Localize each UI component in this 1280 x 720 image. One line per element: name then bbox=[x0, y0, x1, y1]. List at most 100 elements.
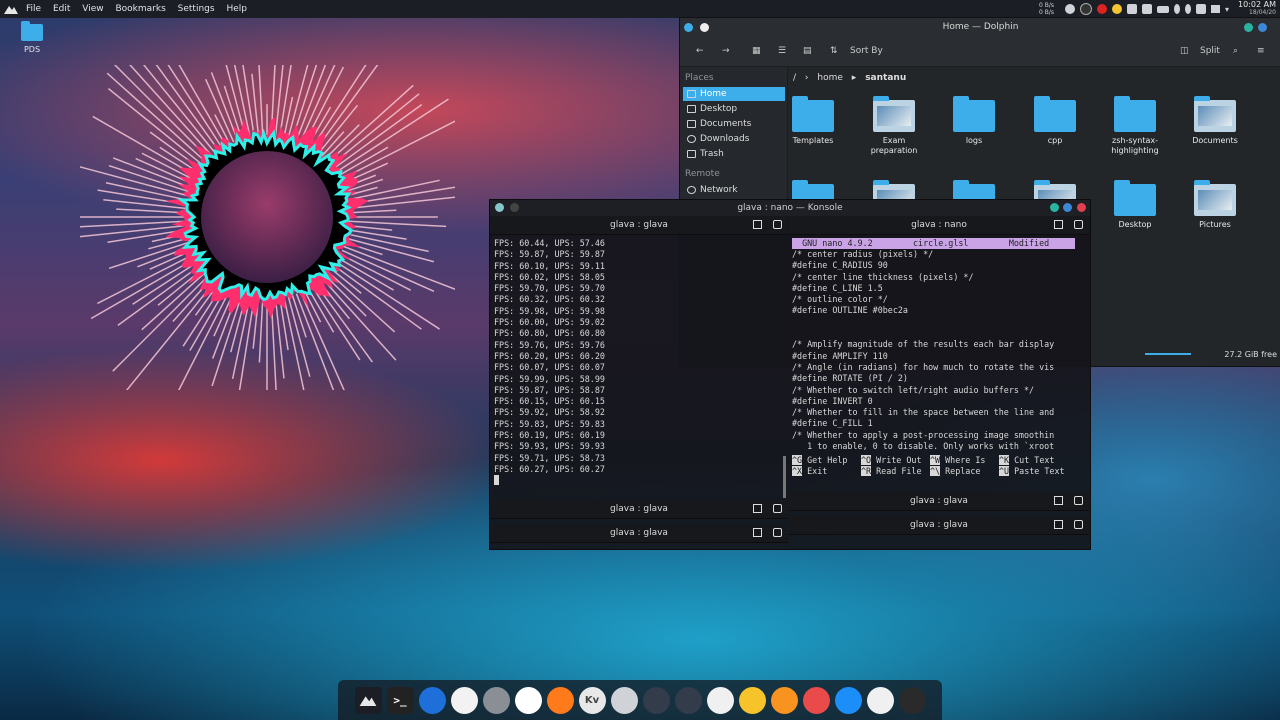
menu-bookmarks[interactable]: Bookmarks bbox=[115, 4, 165, 14]
menu-help[interactable]: Help bbox=[226, 4, 247, 14]
nano-shortcut: ^U Paste Text bbox=[999, 466, 1068, 477]
kvantum-icon[interactable]: Kv bbox=[578, 686, 606, 714]
forward-arrow-icon[interactable]: → bbox=[722, 46, 730, 56]
back-arrow-icon[interactable]: ← bbox=[696, 46, 704, 56]
record-icon[interactable] bbox=[1097, 4, 1107, 14]
maximize-pane-icon[interactable] bbox=[1054, 520, 1063, 529]
icons-view-icon[interactable]: ▦ bbox=[752, 46, 761, 56]
tray-expand-icon[interactable]: ▾ bbox=[1225, 5, 1229, 14]
file-item[interactable]: Templates bbox=[778, 96, 848, 146]
minimize-button[interactable] bbox=[1244, 23, 1253, 32]
terminal-icon[interactable]: >_ bbox=[386, 686, 414, 714]
notifications-icon[interactable] bbox=[1065, 4, 1075, 14]
close-pane-icon[interactable] bbox=[773, 528, 782, 537]
file-item[interactable]: Documents bbox=[1180, 96, 1250, 146]
menu-edit[interactable]: Edit bbox=[53, 4, 70, 14]
split-icon[interactable]: ◫ bbox=[1180, 46, 1189, 56]
linux-icon[interactable] bbox=[706, 686, 734, 714]
file-item[interactable]: Desktop bbox=[1100, 180, 1170, 230]
close-pane-icon[interactable] bbox=[773, 220, 782, 229]
breadcrumb-root[interactable]: / bbox=[793, 73, 796, 83]
disk-icon[interactable] bbox=[610, 686, 638, 714]
settings-icon[interactable] bbox=[482, 686, 510, 714]
file-item[interactable]: logs bbox=[939, 96, 1009, 146]
launcher-icon[interactable] bbox=[354, 686, 382, 714]
bottom-left-pane-1[interactable]: glava : glava bbox=[490, 500, 788, 522]
hamburger-menu-icon[interactable]: ≡ bbox=[1257, 46, 1265, 56]
music-icon[interactable] bbox=[1080, 3, 1092, 15]
clock-icon[interactable] bbox=[898, 686, 926, 714]
bottom-right-pane-2[interactable]: glava : glava bbox=[789, 516, 1089, 538]
right-terminal-pane[interactable]: glava : nano GNU nano 4.9.2 circle.glsl … bbox=[789, 216, 1089, 488]
maximize-pane-icon[interactable] bbox=[753, 220, 762, 229]
close-pane-icon[interactable] bbox=[1074, 220, 1083, 229]
breadcrumb-santanu[interactable]: santanu bbox=[865, 73, 906, 83]
places-item-trash[interactable]: Trash bbox=[683, 147, 785, 161]
split-button[interactable]: Split bbox=[1200, 46, 1220, 56]
maximize-pane-icon[interactable] bbox=[1054, 220, 1063, 229]
file-item[interactable]: Exam preparation bbox=[859, 96, 929, 156]
app-launcher-icon[interactable] bbox=[4, 4, 18, 14]
breadcrumb-home[interactable]: home bbox=[817, 73, 843, 83]
maximize-pane-icon[interactable] bbox=[753, 528, 762, 537]
nano-line: /* Amplify magnitude of the results each… bbox=[792, 339, 1055, 350]
desktop-folder-pds[interactable]: PDS bbox=[16, 21, 48, 54]
appstore-icon[interactable] bbox=[834, 686, 862, 714]
minimize-button[interactable] bbox=[1050, 203, 1059, 212]
sort-icon[interactable]: ⇅ bbox=[830, 46, 838, 56]
dolphin-titlebar[interactable]: Home — Dolphin bbox=[680, 18, 1280, 36]
scrollbar[interactable] bbox=[783, 456, 786, 498]
search-icon[interactable]: ⌕ bbox=[1233, 46, 1238, 56]
display-icon[interactable] bbox=[1142, 4, 1152, 14]
nano-editor[interactable]: /* center radius (pixels) */#define C_RA… bbox=[792, 249, 1075, 455]
nano-shortcut-label: Write Out bbox=[871, 455, 922, 465]
bluetooth-icon[interactable] bbox=[1174, 4, 1180, 14]
places-item-documents[interactable]: Documents bbox=[683, 117, 785, 131]
bottom-left-pane-2[interactable]: glava : glava bbox=[490, 524, 788, 546]
network-icon[interactable] bbox=[1196, 4, 1206, 14]
pen-icon[interactable] bbox=[802, 686, 830, 714]
places-item-desktop[interactable]: Desktop bbox=[683, 102, 785, 116]
file-item[interactable]: zsh-syntax-highlighting bbox=[1100, 96, 1170, 156]
clock[interactable]: 10:02 AM 18/04/20 bbox=[1238, 1, 1276, 17]
firefox-icon[interactable] bbox=[546, 686, 574, 714]
bottom-right-pane-1[interactable]: glava : glava bbox=[789, 492, 1089, 514]
compact-view-icon[interactable]: ☰ bbox=[778, 46, 786, 56]
volume-icon[interactable] bbox=[1211, 5, 1220, 13]
places-item-home[interactable]: Home bbox=[683, 87, 785, 101]
file-item[interactable]: Pictures bbox=[1180, 180, 1250, 230]
photos-icon[interactable] bbox=[450, 686, 478, 714]
maximize-pane-icon[interactable] bbox=[753, 504, 762, 513]
menu-file[interactable]: File bbox=[26, 4, 41, 14]
close-pane-icon[interactable] bbox=[1074, 520, 1083, 529]
maximize-button[interactable] bbox=[1258, 23, 1267, 32]
microphone-icon[interactable] bbox=[1185, 4, 1191, 14]
maximize-pane-icon[interactable] bbox=[1054, 496, 1063, 505]
places-item-downloads[interactable]: Downloads bbox=[683, 132, 785, 146]
emoji-icon[interactable] bbox=[1112, 4, 1122, 14]
sort-by-button[interactable]: Sort By bbox=[850, 46, 883, 56]
close-pane-icon[interactable] bbox=[773, 504, 782, 513]
battery-icon[interactable] bbox=[1157, 5, 1169, 13]
close-button[interactable] bbox=[1077, 203, 1086, 212]
details-view-icon[interactable]: ▤ bbox=[803, 46, 812, 56]
file-label: Exam preparation bbox=[870, 136, 918, 155]
menu-settings[interactable]: Settings bbox=[178, 4, 215, 14]
maximize-button[interactable] bbox=[1063, 203, 1072, 212]
close-pane-icon[interactable] bbox=[1074, 496, 1083, 505]
nano-shortcut-key: ^G bbox=[792, 455, 803, 465]
chrome-icon[interactable] bbox=[514, 686, 542, 714]
terminal-output[interactable]: FPS: 60.44, UPS: 57.46 FPS: 59.87, UPS: 5… bbox=[490, 235, 788, 494]
lightbulb-icon[interactable] bbox=[738, 686, 766, 714]
menu-view[interactable]: View bbox=[82, 4, 103, 14]
clipboard-icon[interactable] bbox=[1127, 4, 1137, 14]
finder-icon[interactable] bbox=[418, 686, 446, 714]
places-item-network[interactable]: Network bbox=[683, 183, 785, 197]
calculator-icon[interactable] bbox=[674, 686, 702, 714]
calculator-icon[interactable] bbox=[642, 686, 670, 714]
camera-icon[interactable] bbox=[866, 686, 894, 714]
konsole-titlebar[interactable]: glava : nano — Konsole bbox=[490, 200, 1090, 216]
file-item[interactable]: cpp bbox=[1020, 96, 1090, 146]
left-terminal-pane[interactable]: glava : glava FPS: 60.44, UPS: 57.46 FPS:… bbox=[490, 216, 788, 499]
orange-icon[interactable] bbox=[770, 686, 798, 714]
